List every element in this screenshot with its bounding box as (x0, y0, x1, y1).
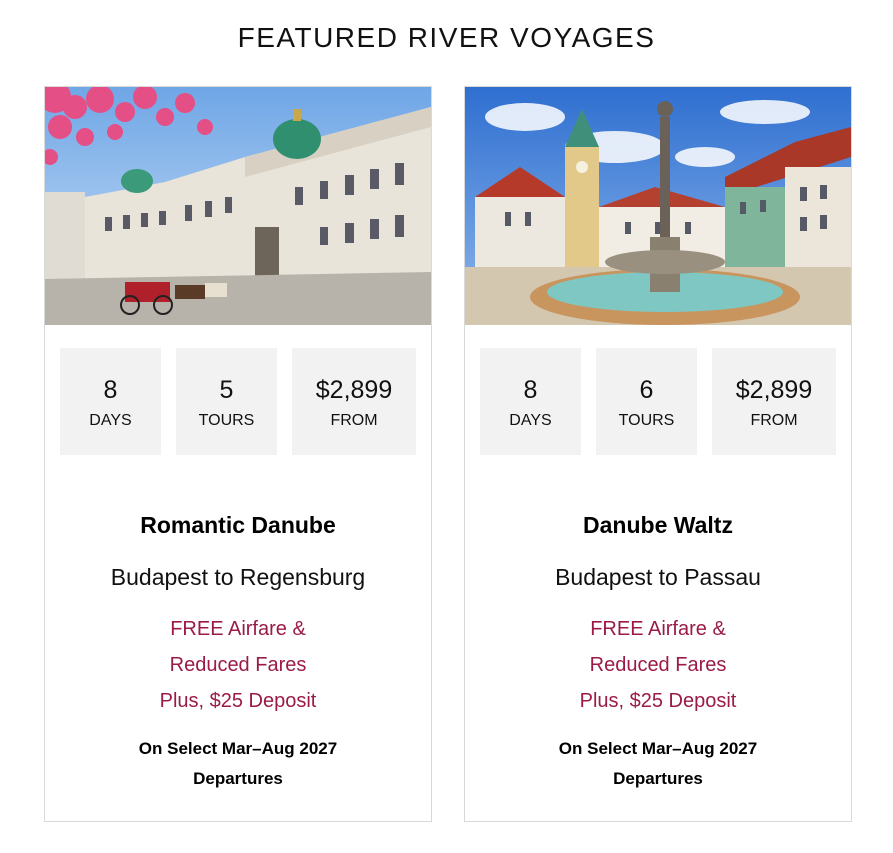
stat-value: 8 (103, 376, 118, 404)
stat-price: $2,899 FROM (712, 348, 836, 455)
promo-line: Plus, $25 Deposit (159, 690, 317, 712)
voyage-card-danube-waltz[interactable]: 8 DAYS 6 TOURS $2,899 FROM Danube Waltz … (464, 86, 852, 822)
voyage-card-romantic-danube[interactable]: 8 DAYS 5 TOURS $2,899 FROM Romantic Danu… (44, 86, 432, 822)
departures-line: Departures (613, 769, 703, 788)
stat-days: 8 DAYS (480, 348, 581, 455)
voyage-photo[interactable] (465, 87, 851, 325)
stat-days: 8 DAYS (60, 348, 161, 455)
stat-label: FROM (750, 412, 798, 429)
stat-label: TOURS (618, 412, 675, 429)
stat-label: TOURS (198, 412, 255, 429)
stat-value: 8 (523, 376, 538, 404)
stat-value: 6 (639, 376, 654, 404)
departures-line: On Select Mar–Aug 2027 (558, 739, 758, 758)
bratislava-square-image (465, 87, 851, 325)
stat-tours: 5 TOURS (176, 348, 277, 455)
departures-line: Departures (193, 769, 283, 788)
promo-line: FREE Airfare & (590, 618, 726, 640)
stat-value: 5 (219, 376, 234, 404)
stat-label: DAYS (89, 412, 132, 429)
voyage-title[interactable]: Romantic Danube (45, 512, 431, 539)
stat-label: DAYS (509, 412, 552, 429)
stat-value: $2,899 (315, 376, 393, 404)
stat-price: $2,899 FROM (292, 348, 416, 455)
stat-value: $2,899 (735, 376, 813, 404)
promo-line: FREE Airfare & (170, 618, 306, 640)
voyage-title[interactable]: Danube Waltz (465, 512, 851, 539)
promo-line: Plus, $25 Deposit (579, 690, 737, 712)
voyage-route: Budapest to Regensburg (110, 564, 366, 590)
stat-tours: 6 TOURS (596, 348, 697, 455)
voyage-route: Budapest to Passau (555, 564, 761, 590)
stat-label: FROM (330, 412, 378, 429)
voyage-photo[interactable] (45, 87, 431, 325)
vienna-palace-image (45, 87, 431, 325)
page-title: FEATURED RIVER VOYAGES (237, 22, 656, 53)
departures-line: On Select Mar–Aug 2027 (138, 739, 338, 758)
promo-line: Reduced Fares (589, 654, 727, 676)
promo-line: Reduced Fares (169, 654, 307, 676)
